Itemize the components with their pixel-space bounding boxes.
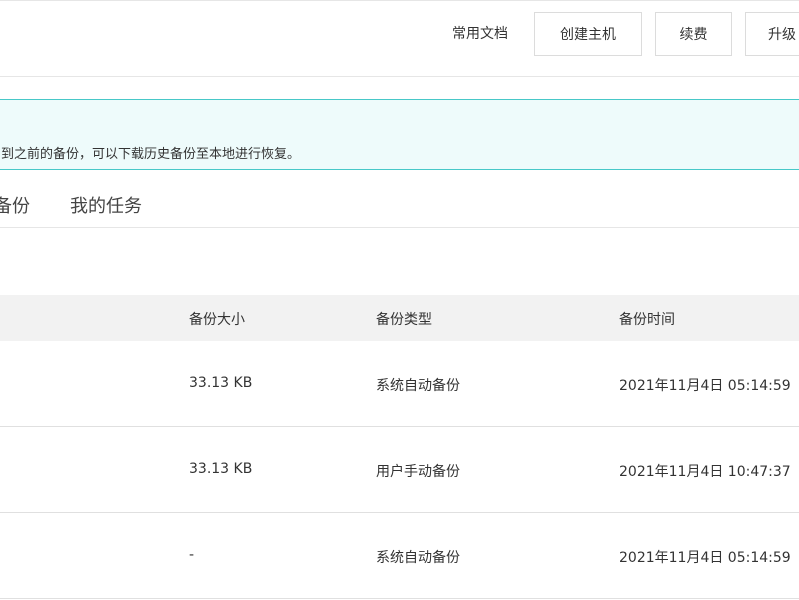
cell-size: 33.13 KB [189, 375, 253, 391]
tab-backup[interactable]: 备份 [0, 192, 30, 218]
cell-time: 2021年11月4日 05:14:59 [619, 550, 791, 566]
column-header-time: 备份时间 [619, 312, 675, 328]
create-host-button[interactable]: 创建主机 [534, 12, 642, 56]
renew-button[interactable]: 续费 [655, 12, 732, 56]
table-header: 备份大小 备份类型 备份时间 [0, 295, 799, 341]
cell-type: 系统自动备份 [376, 378, 460, 394]
upgrade-button[interactable]: 升级 [745, 12, 799, 56]
info-notice: 到之前的备份，可以下载历史备份至本地进行恢复。 [0, 99, 799, 170]
page: 常用文档 创建主机 续费 升级 到之前的备份，可以下载历史备份至本地进行恢复。 … [0, 0, 799, 600]
table-row: 33.13 KB 用户手动备份 2021年11月4日 10:47:37 [0, 427, 799, 513]
column-header-size: 备份大小 [189, 312, 245, 328]
table-row: - 系统自动备份 2021年11月4日 05:14:59 [0, 513, 799, 599]
notice-text: 到之前的备份，可以下载历史备份至本地进行恢复。 [1, 147, 301, 162]
cell-type: 系统自动备份 [376, 550, 460, 566]
upgrade-button-label: 升级 [768, 27, 796, 43]
cell-time: 2021年11月4日 05:14:59 [619, 378, 791, 394]
cell-time: 2021年11月4日 10:47:37 [619, 464, 791, 480]
top-toolbar: 常用文档 创建主机 续费 升级 [0, 0, 799, 77]
create-host-button-label: 创建主机 [560, 27, 616, 43]
column-header-type: 备份类型 [376, 312, 432, 328]
tab-bar: 备份 我的任务 [0, 180, 799, 228]
common-docs-link[interactable]: 常用文档 [452, 23, 508, 43]
cell-type: 用户手动备份 [376, 464, 460, 480]
table-row: 33.13 KB 系统自动备份 2021年11月4日 05:14:59 [0, 341, 799, 427]
renew-button-label: 续费 [679, 27, 708, 43]
cell-size: 33.13 KB [189, 461, 253, 477]
cell-size: - [189, 547, 195, 563]
tab-my-tasks[interactable]: 我的任务 [70, 192, 142, 218]
